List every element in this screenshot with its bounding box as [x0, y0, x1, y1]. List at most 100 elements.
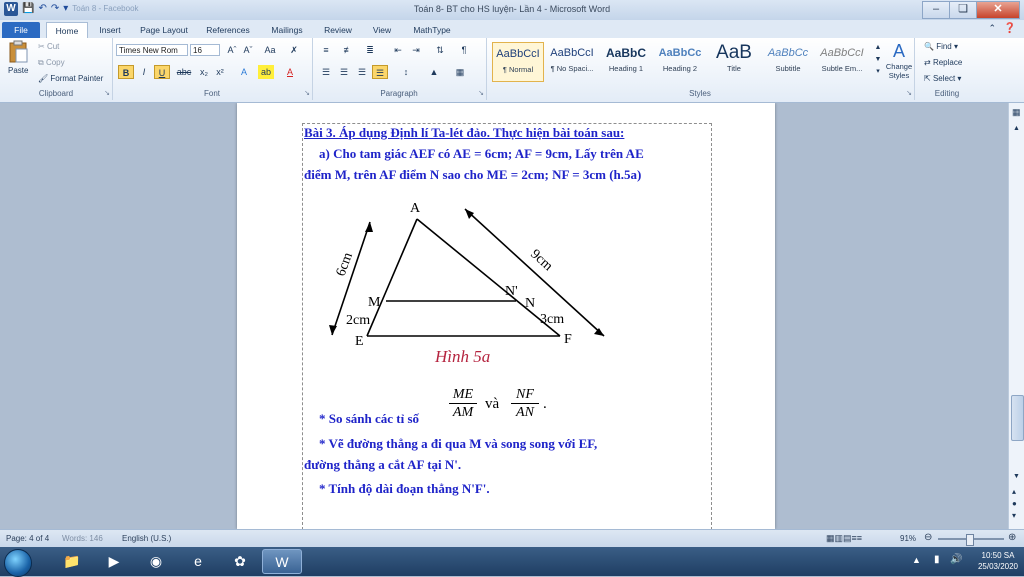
maximize-button[interactable]: ❏: [949, 1, 977, 19]
find-button[interactable]: 🔍 Find ▾: [924, 42, 958, 51]
volume-icon[interactable]: 🔊: [950, 554, 962, 565]
ruler-toggle-icon[interactable]: ▦: [1012, 107, 1021, 118]
format-painter-button[interactable]: 🖌 Format Painter: [38, 74, 103, 83]
increase-indent-icon[interactable]: ⇥: [408, 43, 424, 57]
decrease-indent-icon[interactable]: ⇤: [390, 43, 406, 57]
clipboard-group-label: Clipboard: [38, 89, 74, 98]
zoom-slider[interactable]: [938, 534, 1004, 546]
strikethrough-button[interactable]: abc: [176, 65, 192, 79]
change-styles-button[interactable]: A Change Styles: [884, 40, 914, 80]
style-name: Subtle Em...: [821, 64, 863, 73]
tray-device-icon[interactable]: ▮: [934, 554, 940, 565]
ie-taskbar-icon[interactable]: e: [178, 549, 218, 574]
explorer-taskbar-icon[interactable]: 📁: [52, 549, 92, 574]
tab-home[interactable]: Home: [46, 22, 88, 39]
font-size-field[interactable]: 16: [190, 44, 220, 56]
select-button[interactable]: ⇱ Select ▾: [924, 74, 961, 83]
scroll-down-icon[interactable]: ▼: [1013, 473, 1020, 480]
close-button[interactable]: ✕: [976, 1, 1020, 19]
tab-references[interactable]: References: [200, 22, 256, 38]
ribbon-minimize-icon[interactable]: ⌃: [988, 23, 996, 34]
style-subtitle[interactable]: AaBbCc Subtitle: [762, 42, 814, 82]
scrollbar-thumb[interactable]: [1011, 395, 1024, 441]
language-indicator[interactable]: English (U.S.): [122, 534, 171, 543]
next-page-icon[interactable]: ▾: [1012, 511, 1016, 520]
font-launcher-icon[interactable]: ↘: [304, 89, 310, 97]
scroll-up-icon[interactable]: ▲: [1013, 125, 1020, 132]
label-me-length: 2cm: [346, 313, 370, 328]
bullet-draw-line2: đường thẳng a cắt AF tại N'.: [304, 457, 462, 472]
tab-insert[interactable]: Insert: [90, 22, 130, 38]
multilevel-list-icon[interactable]: ≣: [362, 43, 378, 57]
shrink-font-icon[interactable]: Aˇ: [240, 43, 256, 57]
align-left-icon[interactable]: ☰: [318, 65, 334, 79]
vertical-scrollbar[interactable]: ▦ ▲ ▼ ▴ ● ▾: [1008, 103, 1024, 529]
copy-button[interactable]: ⧉ Copy: [38, 58, 65, 68]
minimize-button[interactable]: –: [922, 1, 950, 19]
line-spacing-icon[interactable]: ↕: [398, 65, 414, 79]
justify-icon[interactable]: ☰: [372, 65, 388, 79]
replace-button[interactable]: ⇄ Replace: [924, 58, 962, 67]
tab-review[interactable]: Review: [318, 22, 358, 38]
clear-formatting-icon[interactable]: ✗: [286, 43, 302, 57]
bold-button[interactable]: B: [118, 65, 134, 79]
styles-launcher-icon[interactable]: ↘: [906, 89, 912, 97]
style-no-spacing[interactable]: AaBbCcI ¶ No Spaci...: [546, 42, 598, 82]
ribbon: Paste ✂ Cut ⧉ Copy 🖌 Format Painter Clip…: [0, 38, 1024, 103]
tray-arrow-icon[interactable]: ▲: [912, 555, 921, 565]
underline-button[interactable]: U: [154, 65, 170, 79]
borders-icon[interactable]: ▦: [452, 65, 468, 79]
show-formatting-icon[interactable]: ¶: [456, 43, 472, 57]
bullets-icon[interactable]: ≡: [318, 43, 334, 57]
cut-button[interactable]: ✂ Cut: [38, 42, 59, 51]
tray-clock[interactable]: 10:50 SA 25/03/2020: [978, 550, 1018, 572]
sort-icon[interactable]: ⇅: [432, 43, 448, 57]
clipboard-launcher-icon[interactable]: ↘: [104, 89, 110, 97]
zoom-level[interactable]: 91%: [900, 534, 916, 543]
previous-page-icon[interactable]: ▴: [1012, 487, 1016, 496]
align-center-icon[interactable]: ☰: [336, 65, 352, 79]
paragraph-launcher-icon[interactable]: ↘: [478, 89, 484, 97]
shading-icon[interactable]: ▲: [426, 65, 442, 79]
zoom-slider-thumb[interactable]: [966, 534, 974, 546]
tab-page-layout[interactable]: Page Layout: [134, 22, 194, 38]
tab-file[interactable]: File: [2, 22, 40, 38]
paste-icon[interactable]: [8, 40, 28, 64]
style-subtle-emphasis[interactable]: AaBbCcI Subtle Em...: [816, 42, 868, 82]
style-heading-1[interactable]: AaBbC Heading 1: [600, 42, 652, 82]
word-taskbar-icon[interactable]: W: [262, 549, 302, 574]
start-button[interactable]: [4, 549, 32, 577]
style-title[interactable]: AaB Title: [708, 42, 760, 82]
problem-a-line2: điểm M, trên AF điểm N sao cho ME = 2cm;…: [304, 167, 642, 182]
superscript-button[interactable]: x²: [212, 65, 228, 79]
select-label: Select: [932, 74, 956, 83]
tab-mailings[interactable]: Mailings: [262, 22, 312, 38]
highlight-icon[interactable]: ab: [258, 65, 274, 79]
grow-font-icon[interactable]: Aˆ: [224, 43, 240, 57]
chrome-taskbar-icon[interactable]: ◉: [136, 549, 176, 574]
italic-button[interactable]: I: [136, 65, 152, 79]
page-count[interactable]: Page: 4 of 4: [6, 534, 49, 543]
fraction-me-am: ME AM: [449, 386, 477, 421]
style-heading-2[interactable]: AaBbCc Heading 2: [654, 42, 706, 82]
document-page[interactable]: Bài 3. Áp dụng Định lí Ta-lét đảo. Thực …: [237, 103, 775, 529]
paste-button[interactable]: Paste: [8, 66, 28, 75]
subscript-button[interactable]: x₂: [196, 65, 212, 79]
align-right-icon[interactable]: ☰: [354, 65, 370, 79]
style-normal[interactable]: AaBbCcI ¶ Normal: [492, 42, 544, 82]
app-taskbar-icon[interactable]: ✿: [220, 549, 260, 574]
tab-mathtype[interactable]: MathType: [406, 22, 458, 38]
tab-view[interactable]: View: [364, 22, 400, 38]
help-icon[interactable]: ❓: [1004, 23, 1016, 34]
browse-object-icon[interactable]: ●: [1012, 499, 1017, 508]
font-name-field[interactable]: Times New Rom: [116, 44, 188, 56]
text-effects-icon[interactable]: A: [236, 65, 252, 79]
zoom-in-icon[interactable]: ⊕: [1008, 532, 1016, 543]
media-player-taskbar-icon[interactable]: ▶: [94, 549, 134, 574]
font-color-icon[interactable]: A: [282, 65, 298, 79]
zoom-out-icon[interactable]: ⊖: [924, 532, 932, 543]
view-buttons-icon[interactable]: ▦▥▤≡≡: [826, 533, 862, 544]
numbering-icon[interactable]: ≢: [340, 43, 356, 57]
change-case-icon[interactable]: Aa: [262, 43, 278, 57]
word-count[interactable]: Words: 146: [62, 534, 103, 543]
